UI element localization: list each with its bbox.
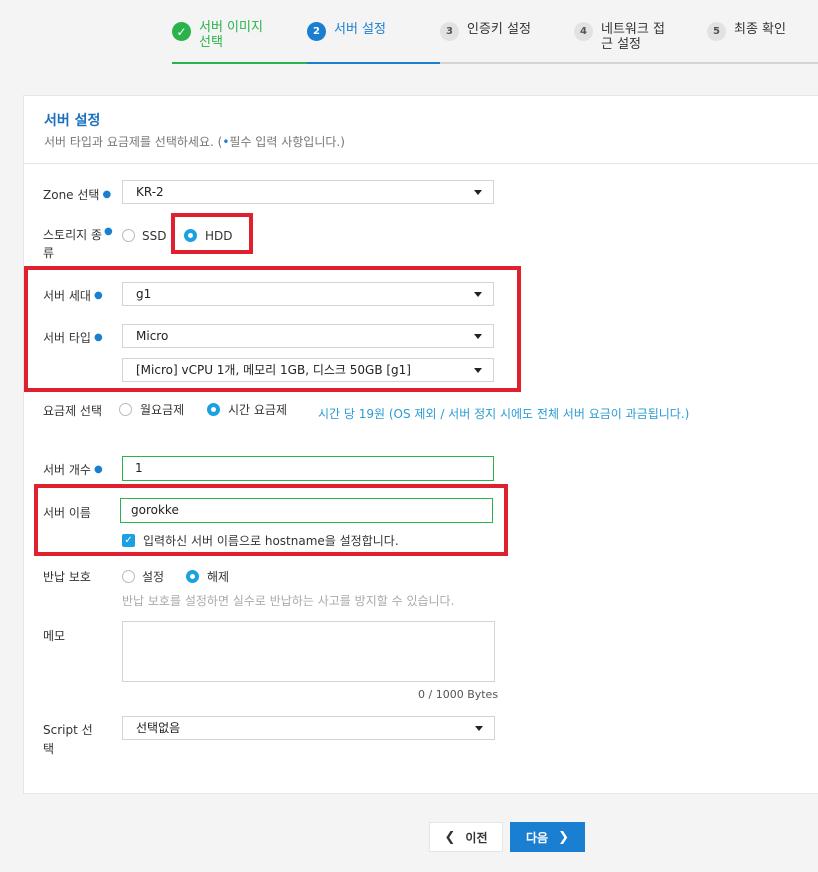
step-label: 네트워크 접근 설정	[601, 22, 665, 52]
step-network-access[interactable]: 4 네트워크 접근 설정	[574, 20, 667, 52]
billing-hourly-radio[interactable]	[207, 403, 220, 416]
memo-label: 메모	[43, 629, 66, 643]
check-icon: ✓	[172, 22, 191, 41]
divider	[24, 163, 818, 164]
billing-monthly-label: 월요금제	[140, 403, 185, 417]
prev-button-label: 이전	[465, 830, 488, 845]
step-label: 인증키 설정	[467, 22, 531, 37]
zone-label: Zone 선택 ●	[43, 188, 112, 202]
zone-select[interactable]: KR-2	[122, 180, 494, 204]
step-server-image[interactable]: ✓ 서버 이미지 선택	[172, 20, 282, 50]
memo-textarea[interactable]	[122, 621, 495, 682]
billing-info: 시간 당 19원 (OS 제외 / 서버 정지 시에도 전체 서버 요금이 과금…	[318, 407, 690, 421]
step-number: 3	[440, 22, 459, 41]
wizard-stepper: ✓ 서버 이미지 선택 2 서버 설정 3 인증키 설정 4 네트워크 접근 설…	[0, 0, 818, 70]
count-label: 서버 개수 ●	[43, 463, 103, 477]
server-count-input[interactable]: 1	[122, 456, 494, 481]
step-progress-remaining	[440, 62, 818, 64]
highlight-box-storage	[171, 213, 253, 254]
protection-on-radio[interactable]	[122, 570, 135, 583]
chevron-right-icon: ❯	[558, 829, 569, 845]
zone-value: KR-2	[136, 185, 164, 199]
protection-on-label: 설정	[142, 570, 165, 584]
step-final-confirm[interactable]: 5 최종 확인	[707, 20, 786, 41]
next-button-label: 다음	[526, 830, 549, 845]
billing-hourly-label: 시간 요금제	[228, 403, 288, 417]
step-number: 2	[307, 22, 326, 41]
highlight-box-server-name	[34, 484, 508, 556]
page-subtitle: 서버 타입과 요금제를 선택하세요. (•필수 입력 사항입니다.)	[44, 133, 345, 150]
billing-label: 요금제 선택	[43, 404, 103, 418]
script-label: Script 선택	[43, 723, 93, 756]
highlight-box-server-type	[24, 266, 521, 392]
step-progress-active	[307, 62, 440, 64]
page-title: 서버 설정	[44, 113, 101, 129]
protection-off-label: 해제	[207, 570, 230, 584]
protection-hint: 반납 보호를 설정하면 실수로 반납하는 사고를 방지할 수 있습니다.	[122, 594, 455, 608]
storage-label: 스토리지 종류	[43, 228, 103, 260]
script-value: 선택없음	[136, 721, 181, 735]
protection-label: 반납 보호	[43, 570, 91, 584]
storage-ssd-radio[interactable]	[122, 229, 135, 242]
step-progress-done	[172, 62, 307, 64]
step-auth-key[interactable]: 3 인증키 설정	[440, 20, 531, 41]
step-number: 5	[707, 22, 726, 41]
required-mark: ●	[104, 226, 113, 237]
caret-down-icon	[474, 190, 482, 195]
step-server-settings[interactable]: 2 서버 설정	[307, 20, 386, 41]
memo-counter: 0 / 1000 Bytes	[418, 688, 499, 701]
prev-button[interactable]: ❮ 이전	[429, 822, 503, 852]
step-label: 최종 확인	[734, 22, 786, 37]
protection-off-radio[interactable]	[186, 570, 199, 583]
subtitle-text: 필수 입력 사항입니다.)	[229, 135, 345, 149]
chevron-left-icon: ❮	[444, 829, 456, 845]
subtitle-text: 서버 타입과 요금제를 선택하세요. (	[44, 135, 223, 149]
step-label: 서버 이미지 선택	[199, 20, 263, 50]
step-number: 4	[574, 22, 593, 41]
storage-ssd-label: SSD	[142, 229, 167, 243]
caret-down-icon	[475, 726, 483, 731]
script-select[interactable]: 선택없음	[122, 716, 495, 740]
step-label: 서버 설정	[334, 22, 386, 37]
next-button[interactable]: 다음 ❯	[510, 822, 585, 852]
billing-monthly-radio[interactable]	[119, 403, 132, 416]
